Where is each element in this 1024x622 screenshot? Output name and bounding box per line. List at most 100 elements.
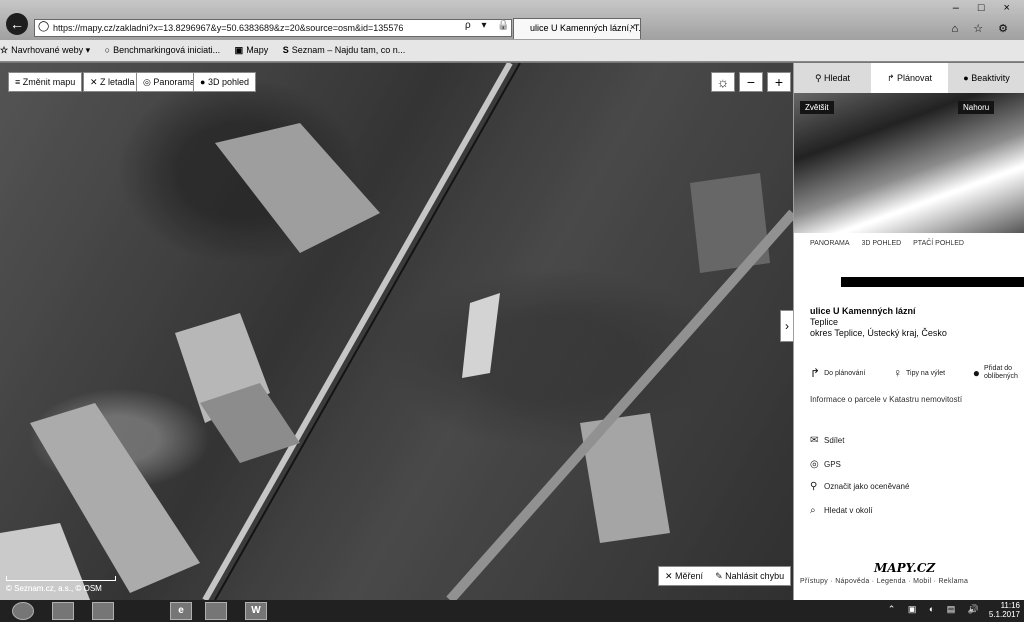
search-icon: ⌕ — [810, 505, 816, 516]
view-tab-3d[interactable]: 3D POHLED — [862, 240, 902, 247]
tab-plan-label: Plánovat — [897, 73, 933, 83]
route-icon: ↱ — [810, 366, 821, 380]
panorama-icon: ◎ — [143, 77, 154, 87]
place-city: Teplice — [810, 317, 839, 327]
favorite-item[interactable]: S Seznam – Najdu tam, co n... — [283, 45, 406, 55]
browser-titlebar: ← https://mapy.cz/zakladni?x=13.8296967&… — [0, 0, 1024, 40]
clock[interactable]: 11:16 5.1.2017 — [989, 601, 1020, 619]
menu-search-nearby[interactable]: ⌕ Hledat v okolí — [810, 505, 872, 516]
expand-preview-button[interactable]: Zvětšit — [800, 101, 834, 114]
star-icon: ☆ — [0, 45, 9, 55]
browser-tab[interactable]: ulice U Kamenných lázní, T... — [513, 18, 641, 39]
mapy-logo: MAPY.CZ — [874, 561, 936, 575]
aerial-imagery — [0, 63, 793, 600]
pencil-icon: ✎ — [715, 571, 726, 581]
taskbar-app-word[interactable]: W — [245, 602, 267, 620]
open-preview-button[interactable]: Nahoru — [958, 101, 995, 114]
plan-route-button[interactable]: ↱ Do plánování — [810, 365, 865, 381]
view-tab-bird[interactable]: PTAČÍ POHLED — [913, 240, 964, 247]
mail-icon: ✉ — [810, 435, 819, 446]
tab-activities-label: Beaktivity — [971, 73, 1010, 83]
clock-time: 11:16 — [1000, 601, 1020, 610]
place-actions: ↱ Do plánování ♀ Tipy na výlet ● Přidat do … — [810, 365, 1020, 381]
favorite-item[interactable]: ▣ Mapy — [235, 45, 269, 55]
change-map-button[interactable]: ≡ Změnit mapu — [8, 72, 83, 92]
favorite-label: Mapy — [246, 45, 269, 55]
browser-tool-icons[interactable]: ⌂ ☆ ⚙ — [952, 22, 1014, 35]
add-favorite-button[interactable]: ● Přidat do oblíbených — [973, 365, 1020, 381]
favorite-item[interactable]: ○ Benchmarkingová iniciati... — [105, 45, 221, 55]
taskbar-app-media[interactable] — [92, 602, 114, 620]
zoom-in-button[interactable]: + — [767, 72, 791, 92]
tab-activities[interactable]: ● Beaktivity — [948, 63, 1024, 93]
map-bottom-buttons: ✕ Měření ✎ Nahlásit chybu — [658, 566, 792, 586]
person-icon: ♀ — [893, 366, 903, 380]
clock-date: 5.1.2017 — [988, 610, 1020, 619]
place-title: ulice U Kamenných lázní — [810, 306, 916, 316]
plane-icon: ✕ — [90, 77, 101, 87]
activity-icon: ● — [963, 73, 972, 83]
search-icon: ⚲ — [814, 73, 825, 83]
trip-tips-button[interactable]: ♀ Tipy na výlet — [893, 365, 945, 381]
place-info: ulice U Kamenných lázní Teplice okres Te… — [810, 306, 947, 339]
3d-icon: ● — [200, 77, 208, 87]
aerial-map[interactable]: ≡ Změnit mapu ✕ Z letadla ◎ Panorama ● 3… — [0, 63, 793, 600]
start-button[interactable] — [12, 602, 34, 620]
tab-plan[interactable]: ↱ Plánovat — [871, 63, 948, 93]
aerial-label: Z letadla — [100, 77, 135, 87]
aerial-view-button[interactable]: ✕ Z letadla — [83, 72, 142, 92]
panorama-button[interactable]: ◎ Panorama — [136, 72, 202, 92]
panorama-label: Panorama — [153, 77, 195, 87]
panorama-preview[interactable] — [794, 93, 1024, 233]
taskbar-app-explorer[interactable] — [52, 602, 74, 620]
road — [446, 209, 793, 600]
address-bar[interactable]: https://mapy.cz/zakladni?x=13.8296967&y=… — [34, 19, 512, 37]
scale-bar — [6, 576, 116, 581]
pin-icon: ⚲ — [810, 481, 818, 492]
tab-close-icon[interactable]: × — [630, 22, 635, 32]
3d-view-button[interactable]: ● 3D pohled — [193, 72, 256, 92]
window-controls[interactable]: – □ × — [953, 2, 1018, 14]
zoom-out-button[interactable]: − — [739, 72, 763, 92]
menu-label: Označit jako oceněvané — [824, 482, 910, 491]
side-panel: ⚲ Hledat ↱ Plánovat ● Beaktivity Zvětšit… — [793, 63, 1024, 600]
menu-label: GPS — [824, 460, 841, 469]
tab-search[interactable]: ⚲ Hledat — [794, 63, 871, 93]
building — [215, 123, 380, 253]
layers-icon: ≡ — [15, 77, 23, 87]
place-region: okres Teplice, Ústecký kraj, Česko — [810, 328, 947, 338]
settings-icon[interactable]: ☼ — [711, 72, 735, 92]
page-icon: ◯ — [38, 21, 50, 32]
action-label: Tipy na výlet — [906, 369, 946, 377]
menu-label: Hledat v okolí — [824, 506, 873, 515]
chevron-right-icon[interactable]: › — [780, 310, 793, 342]
report-label: Nahlásit chybu — [725, 571, 785, 581]
menu-label: Sdílet — [824, 436, 845, 445]
cadastre-link[interactable]: Informace o parcele v Katastru nemovitos… — [810, 395, 962, 404]
back-arrow-icon[interactable]: ← — [6, 13, 28, 35]
measure-button[interactable]: ✕ Měření — [659, 567, 709, 585]
taskbar-app-ie[interactable]: e — [170, 602, 192, 620]
redaction-bar — [841, 277, 1024, 287]
screen: ← https://mapy.cz/zakladni?x=13.8296967&… — [0, 0, 1024, 622]
3d-label: 3D pohled — [207, 77, 249, 87]
menu-mark[interactable]: ⚲ Označit jako oceněvané — [810, 481, 909, 492]
action-label: Přidat do oblíbených — [984, 365, 1018, 380]
favorite-item[interactable]: ☆ Navrhované weby ▾ — [0, 45, 90, 55]
gps-icon: ◎ — [810, 459, 819, 470]
seznam-icon: S — [282, 45, 289, 55]
measure-label: Měření — [675, 571, 704, 581]
view-tab-panorama[interactable]: PANORAMA — [810, 240, 850, 247]
favorite-label: Benchmarkingová iniciati... — [113, 45, 221, 55]
change-map-label: Změnit mapu — [22, 77, 76, 87]
panel-tabs: ⚲ Hledat ↱ Plánovat ● Beaktivity — [794, 63, 1024, 93]
panel-footer-links[interactable]: Přístupy · Nápověda · Legenda · Mobil · … — [800, 578, 968, 585]
report-error-button[interactable]: ✎ Nahlásit chybu — [709, 567, 790, 585]
menu-gps[interactable]: ◎ GPS — [810, 459, 841, 470]
menu-share[interactable]: ✉ Sdílet — [810, 435, 844, 446]
route-icon: ↱ — [886, 73, 897, 83]
taskbar-app-chrome[interactable] — [205, 602, 227, 620]
system-tray[interactable]: ⌃ ▣ ◐ ▤ 🔊 — [888, 604, 984, 615]
windows-taskbar: e W ⌃ ▣ ◐ ▤ 🔊 11:16 5.1.2017 — [0, 600, 1024, 622]
zoom-controls: ☼ − + — [707, 72, 791, 92]
